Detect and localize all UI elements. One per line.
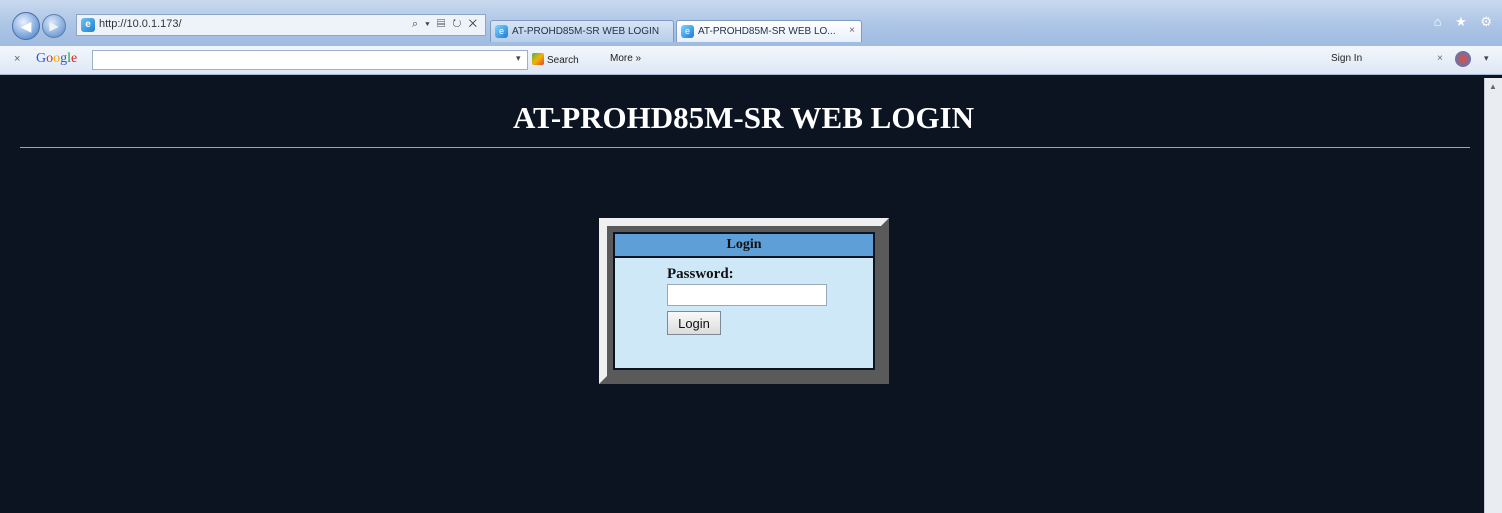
more-button[interactable]: More » (610, 53, 641, 64)
search-dropdown-icon[interactable]: ▾ (516, 53, 521, 64)
login-button[interactable]: Login (667, 311, 721, 335)
sign-in-button[interactable]: Sign In (1331, 53, 1362, 64)
page-content: AT-PROHD85M-SR WEB LOGIN Login Password:… (7, 78, 1480, 513)
login-panel: Login Password: Login (613, 232, 875, 370)
browser-chrome: ◀ ▶ e http://10.0.1.173/ ⌕ ▾ ▤ ↻ ✕ e AT-… (0, 0, 1502, 78)
addon-icon[interactable] (1455, 51, 1471, 67)
addon-dropdown-icon[interactable]: ▾ (1484, 53, 1489, 64)
browser-titlebar: ◀ ▶ e http://10.0.1.173/ ⌕ ▾ ▤ ↻ ✕ e AT-… (0, 0, 1502, 47)
tab-login-2[interactable]: e AT-PROHD85M-SR WEB LO... × (676, 20, 862, 42)
ie-tab-icon: e (495, 25, 508, 38)
password-field[interactable] (667, 284, 827, 306)
vertical-scrollbar[interactable]: ▲ (1484, 78, 1502, 513)
google-logo: Google (36, 51, 78, 66)
title-divider (20, 147, 1470, 148)
ie-tab-icon: e (681, 25, 694, 38)
home-icon[interactable]: ⌂ (1434, 14, 1442, 29)
tab-close-icon[interactable]: × (849, 25, 855, 36)
login-header: Login (615, 234, 873, 258)
address-bar-tools[interactable]: ⌕ ▾ ▤ ↻ ✕ (412, 18, 479, 31)
password-label: Password: (667, 266, 734, 282)
login-frame: Login Password: Login (599, 218, 889, 384)
google-search-input[interactable] (92, 50, 528, 70)
tab-login-1[interactable]: e AT-PROHD85M-SR WEB LOGIN (490, 20, 674, 42)
toolbar-right-close-icon[interactable]: × (1437, 53, 1443, 64)
star-icon[interactable]: ★ (1455, 14, 1467, 29)
forward-arrow-icon[interactable]: ▶ (42, 14, 66, 38)
url-text[interactable]: http://10.0.1.173/ (99, 18, 182, 30)
back-arrow-icon[interactable]: ◀ (12, 12, 40, 40)
browser-right-icons: ⌂ ★ ⚙ (1424, 14, 1492, 30)
tab-label: AT-PROHD85M-SR WEB LO... (698, 26, 836, 37)
address-bar[interactable]: e http://10.0.1.173/ ⌕ ▾ ▤ ↻ ✕ (76, 14, 486, 36)
google-toolbar: × Google ▾ Search More » Sign In × ▾ (0, 46, 1502, 75)
search-icon (532, 53, 544, 65)
ie-page-icon: e (81, 18, 95, 32)
tab-label: AT-PROHD85M-SR WEB LOGIN (512, 26, 660, 37)
gear-icon[interactable]: ⚙ (1480, 14, 1492, 29)
toolbar-close-icon[interactable]: × (14, 53, 20, 65)
scroll-up-icon[interactable]: ▲ (1489, 82, 1497, 91)
search-button[interactable]: Search (532, 53, 579, 66)
page-title: AT-PROHD85M-SR WEB LOGIN (512, 100, 975, 135)
